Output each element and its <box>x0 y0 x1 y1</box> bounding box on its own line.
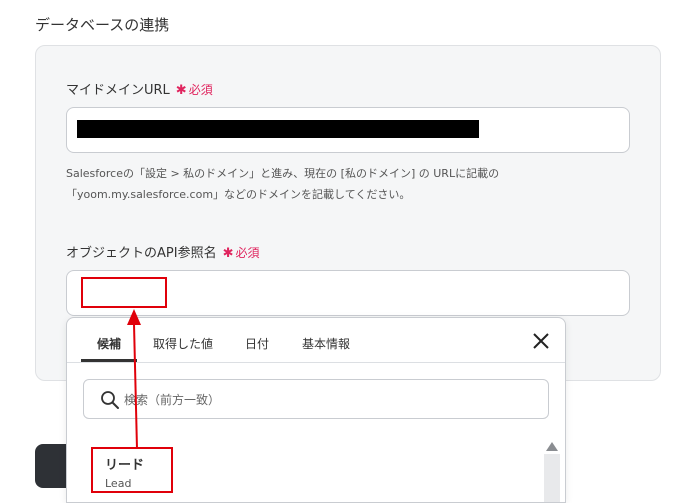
search-input[interactable] <box>124 390 524 410</box>
domain-url-hint: Salesforceの「設定 > 私のドメイン」と進み、現在の [私のドメイン]… <box>66 167 500 201</box>
search-box <box>83 379 549 419</box>
object-api-name-label: オブジェクトのAPI参照名 ✱ 必須 <box>66 242 260 261</box>
domain-url-input[interactable] <box>66 107 630 153</box>
object-api-name-label-text: オブジェクトのAPI参照名 <box>66 246 217 261</box>
option-highlight-box <box>91 447 173 493</box>
required-badge: ✱ 必須 <box>175 83 213 98</box>
input-highlight-box <box>81 277 167 308</box>
active-tab-indicator <box>81 359 137 362</box>
redacted-value <box>77 120 479 138</box>
scroll-up-icon[interactable] <box>545 440 559 452</box>
required-badge: ✱ 必須 <box>222 246 260 261</box>
section-title: データベースの連携 <box>35 16 170 34</box>
close-icon[interactable] <box>531 331 551 351</box>
dropdown-tabs: 候補 取得した値 日付 基本情報 <box>67 318 565 363</box>
tab-candidates[interactable]: 候補 <box>97 335 121 352</box>
tab-date[interactable]: 日付 <box>245 335 269 352</box>
tab-basic-info[interactable]: 基本情報 <box>302 335 350 352</box>
domain-url-label-text: マイドメインURL <box>66 83 170 98</box>
search-icon <box>101 391 119 409</box>
domain-url-label: マイドメインURL ✱ 必須 <box>66 79 213 98</box>
tab-retrieved-values[interactable]: 取得した値 <box>153 335 213 352</box>
scrollbar-track[interactable] <box>544 454 560 502</box>
